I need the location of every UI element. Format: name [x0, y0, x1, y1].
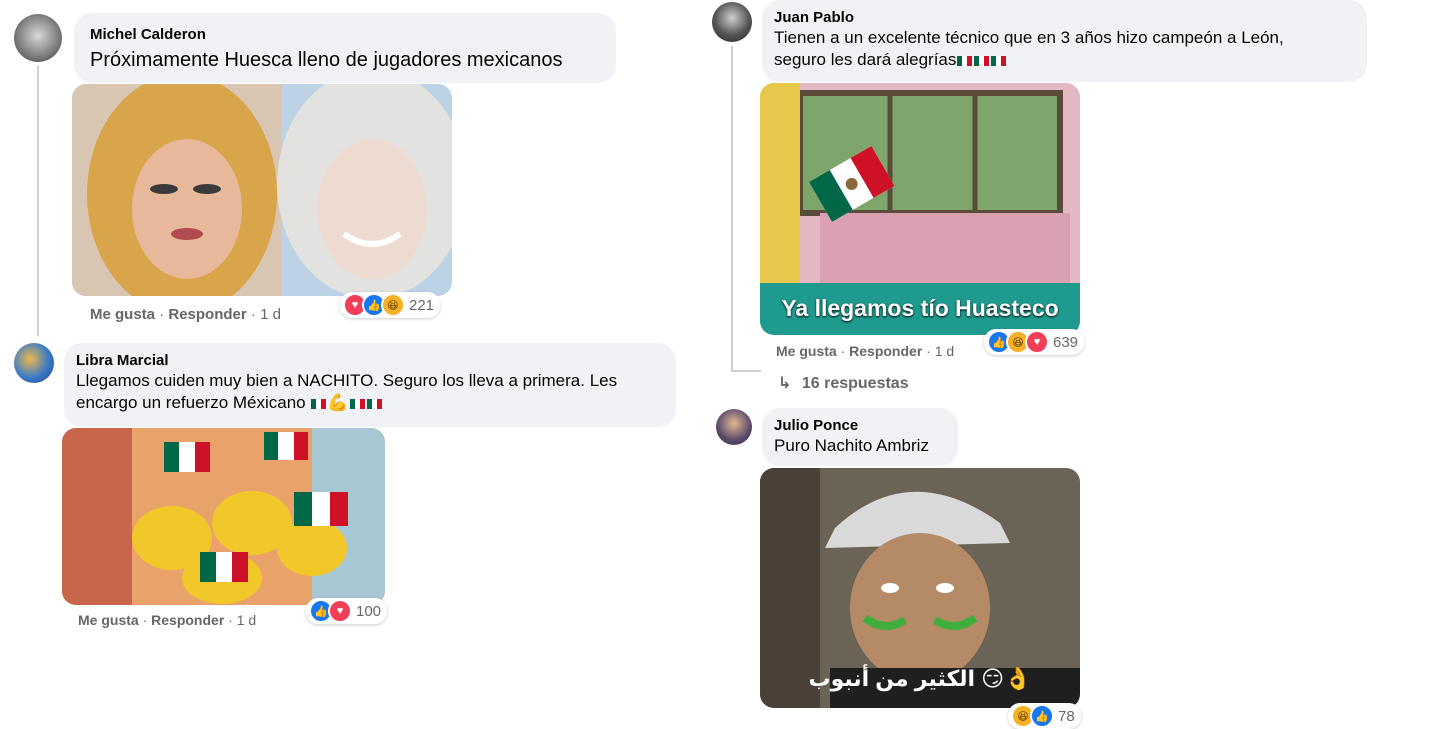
flexed-biceps-icon: 💪 — [327, 393, 349, 412]
reaction-summary[interactable]: 😆 👍 78 — [1008, 703, 1081, 729]
reply-link[interactable]: Responder — [849, 343, 922, 359]
comment-bubble: Libra Marcial Llegamos cuiden muy bien a… — [64, 343, 676, 427]
comment-text-line: Tienen a un excelente técnico que en 3 a… — [774, 28, 1284, 47]
reaction-summary[interactable]: 👍 😆 ♥ 639 — [984, 329, 1085, 355]
reaction-summary[interactable]: 👍 ♥ 100 — [306, 598, 388, 624]
comment-text: Puro Nachito Ambriz — [774, 436, 929, 455]
thread-line — [37, 66, 39, 336]
reply-arrow-icon: ↳ — [778, 375, 792, 392]
thread-line — [731, 46, 733, 372]
timestamp[interactable]: 1 d — [935, 343, 954, 359]
like-link[interactable]: Me gusta — [776, 343, 837, 359]
comment-author[interactable]: Libra Marcial — [76, 351, 664, 370]
like-link[interactable]: Me gusta — [78, 612, 139, 628]
thread-connector — [731, 370, 761, 372]
love-icon: ♥ — [328, 599, 352, 623]
smirk-icon: 😏 — [981, 666, 1005, 691]
reaction-count: 100 — [356, 602, 382, 620]
reaction-summary[interactable]: ♥ 👍 😆 221 — [340, 292, 441, 318]
reaction-count: 221 — [409, 296, 435, 314]
reaction-count: 639 — [1053, 333, 1079, 351]
comment-image[interactable] — [72, 84, 452, 296]
comment-actions: Me gusta · Responder · 1 d — [776, 343, 955, 359]
avatar[interactable] — [716, 409, 752, 445]
reply-link[interactable]: Responder — [151, 612, 224, 628]
comment-image[interactable]: Ya llegamos tío Huasteco — [760, 83, 1080, 335]
replies-count: 16 respuestas — [801, 375, 909, 392]
comment-author[interactable]: Juan Pablo — [774, 8, 1355, 27]
mexico-flag-icon — [991, 55, 1007, 66]
view-replies-link[interactable]: ↳ 16 respuestas — [778, 373, 909, 393]
left-column: Michel Calderon Próximamente Huesca llen… — [0, 0, 700, 720]
comment-text-line-2: encargo un refuerzo Méxicano 💪 — [76, 392, 664, 414]
love-icon: ♥ — [1025, 330, 1049, 354]
comment-text-line: encargo un refuerzo Méxicano — [76, 393, 306, 412]
right-column: Juan Pablo Tienen a un excelente técnico… — [700, 0, 1440, 729]
avatar[interactable] — [14, 343, 54, 383]
meme-image — [72, 84, 452, 296]
comment-bubble: Juan Pablo Tienen a un excelente técnico… — [762, 0, 1367, 82]
image-caption: Ya llegamos tío Huasteco — [781, 295, 1059, 321]
like-link[interactable]: Me gusta — [90, 306, 155, 323]
ok-hand-icon: 👌 — [1004, 666, 1032, 691]
comment-image[interactable] — [62, 428, 385, 605]
timestamp[interactable]: 1 d — [237, 612, 256, 628]
comment-text-line-2: seguro les dará alegrías — [774, 49, 1355, 71]
comment-actions: Me gusta · Responder · 1 d — [90, 306, 281, 323]
image-caption-text: الكثير من أنبوب — [808, 666, 976, 691]
comment-bubble: Michel Calderon Próximamente Huesca llen… — [74, 13, 616, 83]
comment-image[interactable]: الكثير من أنبوب 😏👌 — [760, 468, 1080, 708]
reaction-count: 78 — [1058, 707, 1075, 725]
comment-actions: Me gusta · Responder · 1 d — [78, 612, 257, 628]
comment-bubble: Julio Ponce Puro Nachito Ambriz — [762, 408, 958, 466]
comment-author[interactable]: Michel Calderon — [90, 25, 600, 44]
comment-text-line: seguro les dará alegrías — [774, 50, 957, 69]
mexico-flag-icon — [366, 398, 382, 409]
timestamp[interactable]: 1 d — [260, 306, 281, 323]
image-caption: الكثير من أنبوب 😏👌 — [760, 666, 1080, 692]
haha-icon: 😆 — [381, 293, 405, 317]
mexico-flag-icon — [974, 55, 990, 66]
meme-image — [62, 428, 385, 605]
mexico-flag-icon — [311, 398, 327, 409]
comment-text: Próximamente Huesca lleno de jugadores m… — [90, 49, 563, 71]
like-icon: 👍 — [1030, 704, 1054, 728]
mexico-flag-icon — [349, 398, 365, 409]
avatar[interactable] — [14, 14, 62, 62]
comment-text-line: Llegamos cuiden muy bien a NACHITO. Segu… — [76, 371, 618, 390]
reply-link[interactable]: Responder — [168, 306, 246, 323]
avatar[interactable] — [712, 2, 752, 42]
mexico-flag-icon — [957, 55, 973, 66]
comment-author[interactable]: Julio Ponce — [774, 416, 946, 435]
